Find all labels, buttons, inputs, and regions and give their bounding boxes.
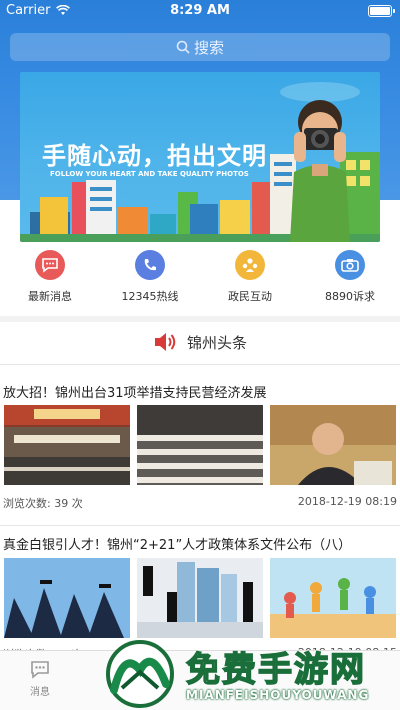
watermark-title: 免费手游网 <box>185 649 366 691</box>
quick-action-appeal[interactable]: 8890诉求 <box>300 250 400 312</box>
tab-messages[interactable]: 消息 <box>0 651 80 710</box>
quick-action-news[interactable]: 最新消息 <box>0 250 100 312</box>
quick-action-label: 8890诉求 <box>325 290 375 303</box>
quick-action-interaction[interactable]: 政民互动 <box>200 250 300 312</box>
speaker-icon <box>154 333 176 351</box>
news-image <box>4 558 130 638</box>
quick-action-hotline[interactable]: 12345热线 <box>100 250 200 312</box>
quick-action-label: 最新消息 <box>28 290 72 303</box>
status-time: 8:29 AM <box>170 3 230 18</box>
divider <box>0 364 400 365</box>
news-image <box>270 558 396 638</box>
quick-actions: 最新消息 12345热线 政民互动 8890诉求 <box>0 250 400 312</box>
watermark-subtitle: MIANFEISHOUYOUWANG <box>186 688 370 702</box>
camera-icon <box>335 250 365 280</box>
chat-bubble-icon <box>35 250 65 280</box>
section-title: 锦州头条 <box>186 333 247 352</box>
promo-banner[interactable]: 手随心动，拍出文明 FOLLOW YOUR HEART AND TAKE QUA… <box>20 72 380 242</box>
news-image <box>270 405 396 485</box>
banner-title: 手随心动，拍出文明 <box>42 142 267 170</box>
news-title: 放大招！锦州出台31项举措支持民营经济发展 <box>3 386 267 401</box>
quick-action-label: 政民互动 <box>228 290 272 303</box>
search-placeholder: 搜索 <box>193 38 224 57</box>
news-image <box>137 558 263 638</box>
divider <box>0 525 400 526</box>
battery-icon <box>368 5 395 17</box>
quick-action-label: 12345热线 <box>121 290 179 303</box>
view-count: 浏览次数: 39 次 <box>3 497 83 510</box>
tab-label: 消息 <box>30 687 50 698</box>
news-date: 2018-12-19 08:19 <box>297 495 397 508</box>
section-header: 锦州头条 <box>0 322 400 362</box>
status-bar: Carrier 8:29 AM <box>0 0 400 22</box>
news-title: 真金白银引人才！锦州“2+21”人才政策体系文件公布（八） <box>3 538 352 553</box>
news-image <box>137 405 263 485</box>
search-icon <box>176 40 190 54</box>
people-icon <box>235 250 265 280</box>
banner-subtitle: FOLLOW YOUR HEART AND TAKE QUALITY PHOTO… <box>50 170 249 178</box>
search-input[interactable]: 搜索 <box>10 33 390 61</box>
message-tab-icon <box>31 661 49 679</box>
watermark-logo: 免费手游网 MIANFEISHOUYOUWANG <box>100 638 400 710</box>
phone-icon <box>135 250 165 280</box>
news-image <box>4 405 130 485</box>
